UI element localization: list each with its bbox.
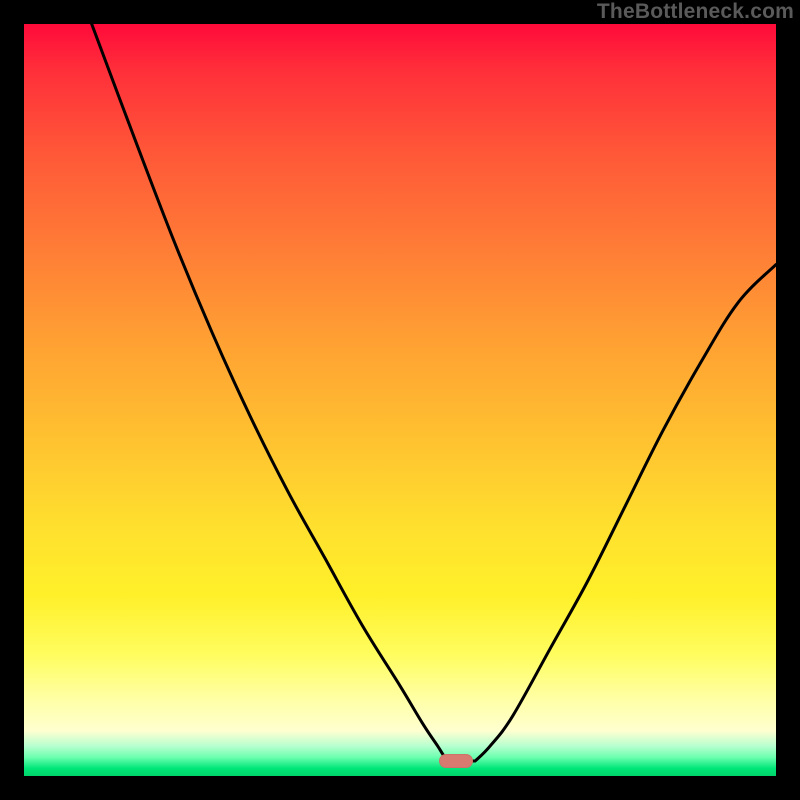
curve-path <box>92 24 776 761</box>
bottleneck-curve <box>24 24 776 776</box>
watermark-text: TheBottleneck.com <box>597 0 794 24</box>
chart-frame: TheBottleneck.com <box>0 0 800 800</box>
plot-area <box>24 24 776 776</box>
minimum-marker <box>439 754 473 768</box>
